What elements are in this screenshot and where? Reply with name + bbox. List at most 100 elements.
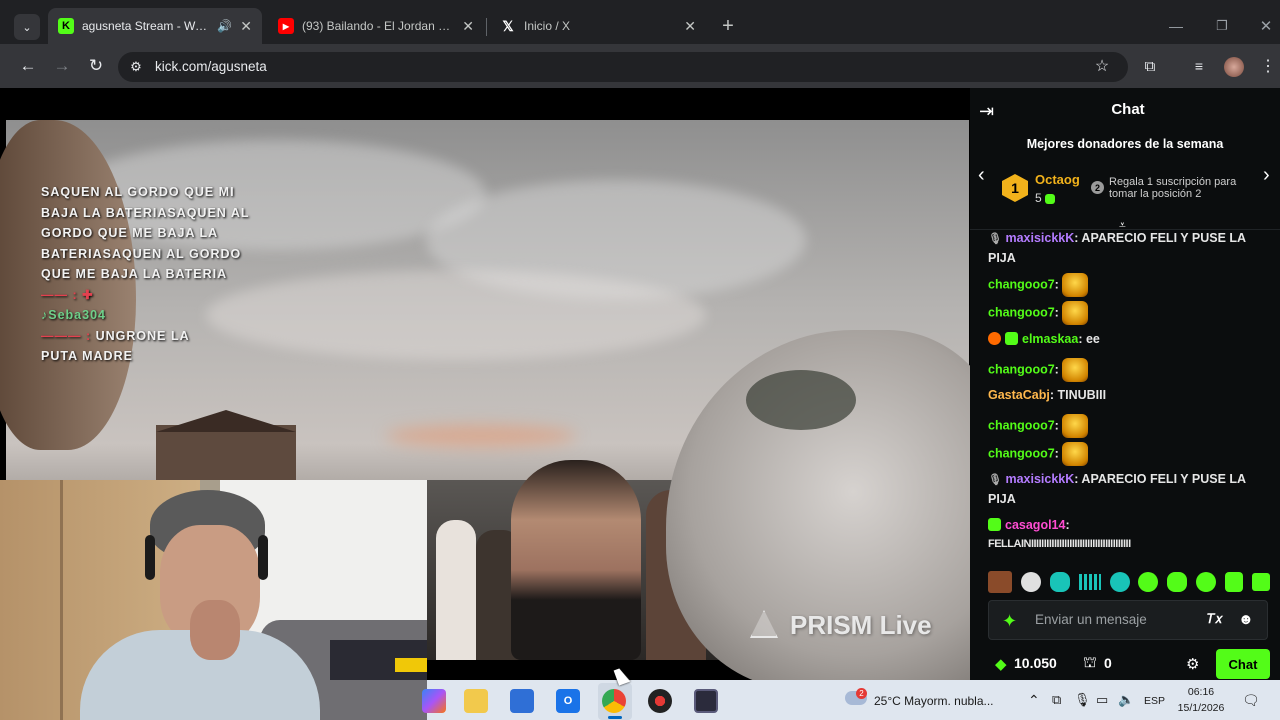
chat-message: casagol14: <box>988 516 1268 535</box>
forward-icon[interactable]: → <box>50 54 74 78</box>
close-window-icon[interactable]: ✕ <box>1254 14 1278 38</box>
chat-title: Chat <box>1111 101 1145 118</box>
chevron-right-icon[interactable]: › <box>1263 164 1270 187</box>
chat-username[interactable]: changooo7 <box>988 446 1055 460</box>
fire-emote-icon <box>1062 301 1089 325</box>
close-tab-icon[interactable]: ✕ <box>684 18 696 35</box>
emote-face2-icon[interactable] <box>1225 572 1243 592</box>
clock-time[interactable]: 06:16 <box>1176 686 1226 698</box>
new-tab-icon[interactable]: + <box>716 14 740 38</box>
weather-text[interactable]: 25°C Mayorm. nubla... <box>874 694 994 708</box>
send-chat-button[interactable]: Chat <box>1216 649 1270 679</box>
fire-emote-icon <box>1062 414 1089 438</box>
obs-icon[interactable] <box>648 689 672 713</box>
sub-gift-icon <box>1045 194 1056 204</box>
chrome-icon[interactable] <box>602 689 626 713</box>
tab-title: agusneta Stream - Watch Live on Kick <box>82 19 209 33</box>
emote-ghost-icon[interactable] <box>1138 572 1159 592</box>
overlay-line: BATERIASAQUEN AL GORDO <box>41 246 242 261</box>
tab-x[interactable]: 𝕏 Inicio / X ✕ <box>490 8 706 44</box>
top-donor-count: 5 <box>1035 191 1059 205</box>
sparkle-icon[interactable]: ✦ <box>1002 611 1017 632</box>
gift-icon[interactable]: ⛫ <box>1083 654 1097 673</box>
notifications-icon[interactable]: 🗨 <box>1242 692 1260 709</box>
restore-icon[interactable]: ❐ <box>1210 14 1234 38</box>
donor-count-value: 5 <box>1035 191 1042 205</box>
chat-username[interactable]: changooo7 <box>988 277 1055 291</box>
streamer-webcam <box>0 480 427 720</box>
back-icon[interactable]: ← <box>16 54 40 78</box>
minimize-icon[interactable]: — <box>1164 14 1188 38</box>
fire-emote-icon <box>1062 442 1089 466</box>
url-text[interactable]: kick.com/agusneta <box>155 59 267 74</box>
collapse-chat-icon[interactable]: ⇥ <box>979 101 994 122</box>
store-icon[interactable] <box>510 689 534 713</box>
chat-username[interactable]: changooo7 <box>988 418 1055 432</box>
clock-date[interactable]: 15/1/2026 <box>1172 702 1230 714</box>
audio-icon[interactable]: 🔊 <box>217 19 232 33</box>
tab-title: (93) Bailando - El Jordan 23 / Stream <box>302 19 454 33</box>
emote-ball-icon[interactable] <box>1109 572 1130 592</box>
emoji-icon[interactable]: ☻ <box>1238 611 1254 628</box>
microphone-icon[interactable]: 🎙 <box>1074 692 1091 708</box>
commands-icon[interactable]: 𝑇𝑥 <box>1207 611 1222 627</box>
kicks-balance[interactable]: 10.050 <box>1014 655 1057 671</box>
emote-leaf-icon[interactable] <box>1049 572 1070 592</box>
emote-grin-icon[interactable] <box>1251 573 1270 591</box>
close-tab-icon[interactable]: ✕ <box>462 18 474 35</box>
chat-text: : <box>1054 418 1059 433</box>
menu-kebab-icon[interactable]: ⋮ <box>1256 54 1280 78</box>
extensions-icon[interactable]: ⧉ <box>1138 54 1162 78</box>
close-tab-icon[interactable]: ✕ <box>240 18 252 35</box>
overlay-tail: UNGRONE LA <box>95 328 190 343</box>
tab-kick[interactable]: K agusneta Stream - Watch Live on Kick 🔊… <box>48 8 262 44</box>
overlay-line: ♪Seba304 <box>41 308 106 322</box>
chat-username[interactable]: casagol14 <box>1005 518 1065 532</box>
media-control-icon[interactable]: ≡ <box>1187 54 1211 78</box>
network-icon[interactable]: ▭ <box>1096 692 1108 708</box>
tray-overflow-icon[interactable]: ⌃ <box>1028 692 1040 709</box>
mod-badge-icon: 🎙 <box>988 474 1002 486</box>
chat-text: : <box>1054 305 1059 320</box>
tab-search-button[interactable]: ⌄ <box>14 14 40 40</box>
overlay-line: SAQUEN AL GORDO QUE MI <box>41 185 235 199</box>
chat-settings-gear-icon[interactable]: ⚙ <box>1186 655 1199 673</box>
site-info-icon[interactable]: ⚙ <box>124 55 148 79</box>
chat-message: changooo7: <box>988 414 1268 438</box>
chat-username[interactable]: elmaskaa <box>1022 332 1078 346</box>
tab-youtube[interactable]: ▶ (93) Bailando - El Jordan 23 / Stream … <box>268 8 484 44</box>
chat-username[interactable]: changooo7 <box>988 305 1055 319</box>
emote-quick-bar <box>988 570 1270 594</box>
chat-text: : ee <box>1078 332 1100 346</box>
chat-input-placeholder[interactable]: Enviar un mensaje <box>1035 612 1147 627</box>
copilot-icon[interactable] <box>422 689 446 713</box>
overlay-line: BAJA LA BATERIASAQUEN AL <box>41 205 250 220</box>
chat-text: FELLAINIIIIIIIIIIIIIIIIIIIIIIIIIIIIIIIII… <box>988 538 1131 550</box>
top-donor-name[interactable]: Octaog <box>1035 172 1080 187</box>
chat-message: GastaCabj: TINUBIII <box>988 386 1268 405</box>
chevron-left-icon[interactable]: ‹ <box>978 164 985 187</box>
subscriber-badge-icon <box>988 518 1001 531</box>
chat-username[interactable]: changooo7 <box>988 362 1055 376</box>
emote-smile-icon[interactable] <box>1167 572 1188 592</box>
bookmark-star-icon[interactable]: ☆ <box>1090 54 1114 78</box>
emote-eyes-icon[interactable] <box>1196 572 1217 592</box>
chat-username[interactable]: maxisickkK <box>1005 231 1074 245</box>
outlook-icon[interactable]: O <box>556 689 580 713</box>
chat-message: changooo7: <box>988 358 1268 382</box>
emote-bars-icon[interactable] <box>1078 574 1101 590</box>
volume-icon[interactable]: 🔈 <box>1118 692 1134 708</box>
chat-username[interactable]: GastaCabj <box>988 388 1050 402</box>
file-explorer-icon[interactable] <box>464 689 488 713</box>
language-indicator[interactable]: ESP <box>1144 695 1165 707</box>
tray-app-icon[interactable]: ⧉ <box>1052 692 1061 708</box>
reload-icon[interactable]: ↻ <box>84 54 108 78</box>
chat-username[interactable]: maxisickkK <box>1005 472 1074 486</box>
app-window-icon[interactable] <box>694 689 718 713</box>
emote-duck-icon[interactable] <box>1020 572 1041 592</box>
gift-count: 0 <box>1104 655 1112 671</box>
profile-avatar[interactable] <box>1224 57 1244 77</box>
emote-face-icon[interactable] <box>988 571 1012 593</box>
address-bar[interactable] <box>118 52 1128 82</box>
chat-message: 🎙 maxisickkK: APARECIO FELI Y PUSE LA PI… <box>988 229 1268 268</box>
